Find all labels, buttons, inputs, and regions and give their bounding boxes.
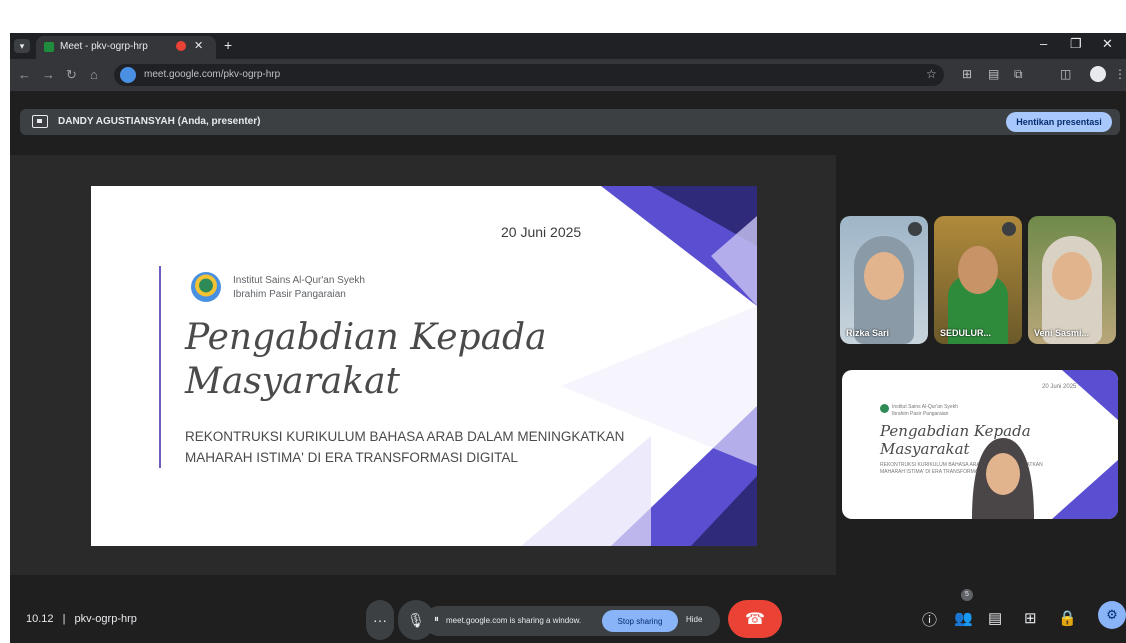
mini-institution-line-2: Ibrahim Pasir Pangaraian: [892, 411, 949, 417]
slide-date: 20 Juni 2025: [501, 224, 582, 240]
meeting-info-icon[interactable]: ⓘ: [922, 609, 937, 630]
side-panel-icon[interactable]: ◫: [1060, 67, 1071, 81]
bookmark-star-icon[interactable]: ☆: [926, 67, 937, 81]
forward-arrow-icon[interactable]: →: [42, 67, 55, 82]
share-notice-text: meet.google.com is sharing a window.: [446, 616, 582, 625]
presenter-name: DANDY AGUSTIANSYAH (Anda, presenter): [58, 116, 261, 127]
close-window-button[interactable]: ✕: [1102, 36, 1113, 52]
recording-indicator-icon: [176, 41, 186, 51]
participant-tile-veni[interactable]: Veni Sasmi...: [1028, 216, 1116, 344]
site-info-icon[interactable]: [120, 67, 136, 83]
hang-up-icon: ☎: [745, 611, 765, 628]
extensions-puzzle-icon[interactable]: ⧉: [1014, 67, 1023, 82]
mic-icon: 🎙: [407, 612, 425, 628]
back-arrow-icon[interactable]: ←: [18, 67, 31, 82]
slide-title: Pengabdian Kepada Masyarakat: [185, 316, 547, 404]
restore-button[interactable]: ❐: [1070, 36, 1082, 52]
slide-vertical-rule: [159, 266, 161, 468]
chat-icon[interactable]: ▤: [988, 609, 1002, 627]
participant-name: Rizka Sari: [846, 328, 890, 338]
browser-menu-icon[interactable]: ⋮: [1114, 67, 1126, 81]
mini-institution-name: Institut Sains Al-Qur'an Syekh Ibrahim P…: [892, 404, 958, 418]
slide-title-line-1: Pengabdian Kepada: [185, 317, 547, 358]
presentation-slide: 20 Juni 2025 Institut Sains Al-Qur'an Sy…: [91, 186, 757, 546]
participant-face: [1052, 252, 1092, 300]
mini-institution-logo: [880, 404, 889, 413]
minimize-button[interactable]: –: [1040, 36, 1047, 51]
participant-face: [864, 252, 904, 300]
tab-meet[interactable]: Meet - pkv-ogrp-hrp ✕: [36, 36, 216, 59]
institution-line-1: Institut Sains Al-Qur'an Syekh: [233, 275, 365, 286]
institution-logo: [191, 272, 221, 302]
meeting-code: pkv-ogrp-hrp: [74, 613, 137, 625]
institution-line-2: Ibrahim Pasir Pangaraian: [233, 289, 346, 300]
mini-triangle-top: [1062, 370, 1118, 420]
mini-slide-date: 20 Juni 2025: [1042, 384, 1077, 390]
slide-subtitle: REKONTRUKSI KURIKULUM BAHASA ARAB DALAM …: [185, 429, 625, 465]
self-view-tile[interactable]: 20 Juni 2025 Institut Sains Al-Qur'an Sy…: [842, 370, 1118, 519]
mini-institution-line-1: Institut Sains Al-Qur'an Syekh: [892, 404, 958, 410]
stop-presenting-button[interactable]: Hentikan presentasi: [1006, 112, 1112, 132]
meet-favicon-icon: [44, 42, 54, 52]
mini-triangle-bottom: [1052, 460, 1118, 519]
muted-icon: [1002, 222, 1016, 236]
hide-notice-button[interactable]: Hide: [686, 615, 702, 624]
more-options-icon[interactable]: [908, 222, 922, 236]
extension-icon[interactable]: ⊞: [962, 67, 972, 81]
host-controls-button[interactable]: ⚙: [1098, 601, 1126, 629]
reload-icon[interactable]: ↻: [66, 67, 77, 83]
present-screen-icon: [32, 115, 48, 128]
tab-strip: ▾ Meet - pkv-ogrp-hrp ✕ + – ❐ ✕: [10, 33, 1126, 59]
presenter-bar: DANDY AGUSTIANSYAH (Anda, presenter) Hen…: [20, 109, 1120, 135]
cast-icon[interactable]: ▤: [988, 67, 999, 81]
participant-name: Veni Sasmi...: [1034, 328, 1090, 338]
presentation-stage: 20 Juni 2025 Institut Sains Al-Qur'an Sy…: [10, 155, 836, 575]
home-icon[interactable]: ⌂: [90, 67, 98, 82]
participant-name: SEDULUR...: [940, 328, 992, 338]
tab-close-icon[interactable]: ✕: [194, 39, 203, 52]
tab-search-menu-icon[interactable]: ▾: [14, 39, 30, 53]
browser-toolbar: ← → ↻ ⌂ meet.google.com/pkv-ogrp-hrp ☆ ⊞…: [10, 59, 1126, 91]
pause-icon: ⏸: [434, 614, 439, 625]
profile-avatar[interactable]: [1090, 66, 1106, 82]
audio-options-button[interactable]: ···: [366, 600, 394, 640]
separator: |: [62, 613, 66, 625]
screen: ▾ Meet - pkv-ogrp-hrp ✕ + – ❐ ✕ ← → ↻ ⌂ …: [0, 0, 1126, 643]
slide-title-line-2: Masyarakat: [185, 361, 401, 402]
browser-window: ▾ Meet - pkv-ogrp-hrp ✕ + – ❐ ✕ ← → ↻ ⌂ …: [10, 33, 1126, 643]
meeting-time: 10.12: [26, 613, 54, 625]
new-tab-button[interactable]: +: [224, 37, 232, 53]
participant-tile-sedulur[interactable]: SEDULUR...: [934, 216, 1022, 344]
end-call-button[interactable]: ☎: [728, 600, 782, 638]
participant-face: [958, 246, 998, 294]
meeting-time-and-code: 10.12 | pkv-ogrp-hrp: [26, 613, 137, 625]
people-count-badge: 5: [961, 589, 973, 601]
self-face: [986, 453, 1020, 495]
people-icon[interactable]: 👥: [954, 609, 973, 627]
address-bar[interactable]: meet.google.com/pkv-ogrp-hrp: [114, 64, 944, 86]
stop-sharing-button[interactable]: Stop sharing: [602, 610, 678, 632]
self-camera-person: [972, 438, 1034, 519]
tab-title: Meet - pkv-ogrp-hrp: [60, 41, 148, 52]
institution-name: Institut Sains Al-Qur'an Syekh Ibrahim P…: [233, 274, 365, 302]
screen-share-notice: ⏸ meet.google.com is sharing a window. S…: [424, 606, 720, 636]
activities-icon[interactable]: ⊞: [1024, 609, 1037, 627]
participant-tile-rizka[interactable]: Rizka Sari: [840, 216, 928, 344]
host-lock-icon[interactable]: 🔒: [1058, 609, 1077, 627]
url-text: meet.google.com/pkv-ogrp-hrp: [144, 69, 281, 80]
